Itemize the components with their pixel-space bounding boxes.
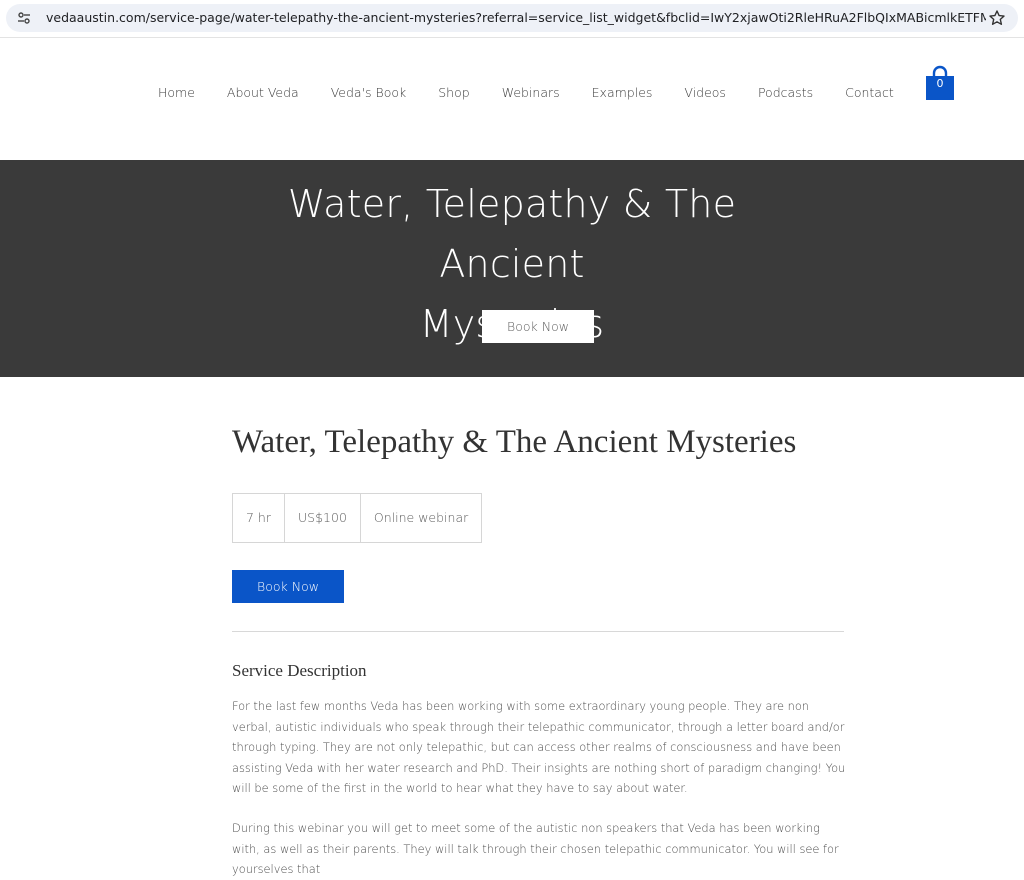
nav-home[interactable]: Home — [142, 85, 211, 100]
service-duration: 7 hr — [246, 510, 271, 525]
tune-icon[interactable] — [16, 10, 32, 26]
nav-webinars[interactable]: Webinars — [486, 85, 576, 100]
nav-shop[interactable]: Shop — [422, 85, 485, 100]
hero-book-now-button[interactable]: Book Now — [482, 310, 594, 343]
nav-about-veda[interactable]: About Veda — [211, 85, 315, 100]
star-icon[interactable] — [988, 9, 1006, 27]
service-price: US$100 — [284, 494, 360, 542]
cart-button[interactable]: 0 — [925, 65, 955, 101]
divider — [232, 631, 844, 632]
hero-title-line-1: Water, Telepathy & The Ancient — [287, 182, 737, 286]
browser-address-bar: vedaaustin.com/service-page/water-telepa… — [0, 0, 1024, 38]
book-now-button[interactable]: Book Now — [232, 570, 344, 603]
service-info-box: 7 hr US$100 Online webinar — [232, 493, 483, 543]
nav-videos[interactable]: Videos — [668, 85, 742, 100]
site-header: Home About Veda Veda's Book Shop Webinar… — [0, 38, 1024, 159]
nav-examples[interactable]: Examples — [576, 85, 669, 100]
service-description-heading: Service Description — [232, 661, 367, 680]
hero-banner: Water, Telepathy & The Ancient Mysteries… — [0, 160, 1024, 377]
url-bar[interactable]: vedaaustin.com/service-page/water-telepa… — [6, 4, 1018, 32]
nav-contact[interactable]: Contact — [829, 85, 910, 100]
service-title: Water, Telepathy & The Ancient Mysteries — [232, 424, 797, 460]
description-paragraph-2: During this webinar you will get to meet… — [232, 821, 839, 876]
url-text[interactable]: vedaaustin.com/service-page/water-telepa… — [46, 9, 986, 27]
nav-vedas-book[interactable]: Veda's Book — [315, 85, 423, 100]
service-location: Online webinar — [359, 494, 481, 542]
description-paragraph-1: For the last few months Veda has been wo… — [232, 699, 846, 795]
main-nav: Home About Veda Veda's Book Shop Webinar… — [142, 82, 966, 102]
cart-count: 0 — [936, 77, 944, 90]
nav-podcasts[interactable]: Podcasts — [742, 85, 829, 100]
